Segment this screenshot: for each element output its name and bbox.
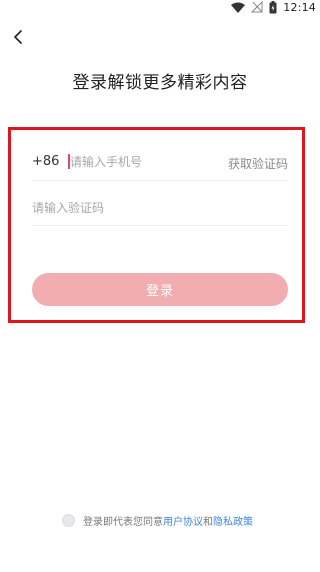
verification-code-input[interactable] — [32, 200, 232, 216]
chevron-left-icon — [14, 30, 22, 44]
privacy-policy-link[interactable]: 隐私政策 — [213, 513, 253, 528]
get-code-button[interactable]: 获取验证码 — [228, 155, 288, 172]
battery-icon — [269, 0, 277, 14]
phone-input[interactable] — [70, 154, 210, 170]
user-agreement-link[interactable]: 用户协议 — [163, 513, 203, 528]
country-code[interactable]: +86 — [32, 154, 59, 169]
agree-checkbox[interactable] — [62, 513, 75, 527]
wifi-icon — [231, 2, 246, 13]
back-button[interactable] — [8, 26, 28, 48]
login-button[interactable]: 登录 — [32, 273, 288, 306]
agreement-line: 登录即代表您同意 用户协议 和 隐私政策 — [62, 512, 253, 528]
phone-row: +86 获取验证码 — [32, 150, 288, 181]
code-row — [32, 195, 288, 226]
signal-icon — [251, 1, 263, 13]
page-title: 登录解锁更多精彩内容 — [72, 73, 248, 93]
agreement-and: 和 — [203, 516, 213, 528]
status-bar: 12:14 — [0, 0, 320, 14]
agreement-prefix: 登录即代表您同意 — [83, 516, 163, 528]
status-time: 12:14 — [283, 0, 316, 14]
status-icons: 12:14 — [231, 0, 316, 14]
